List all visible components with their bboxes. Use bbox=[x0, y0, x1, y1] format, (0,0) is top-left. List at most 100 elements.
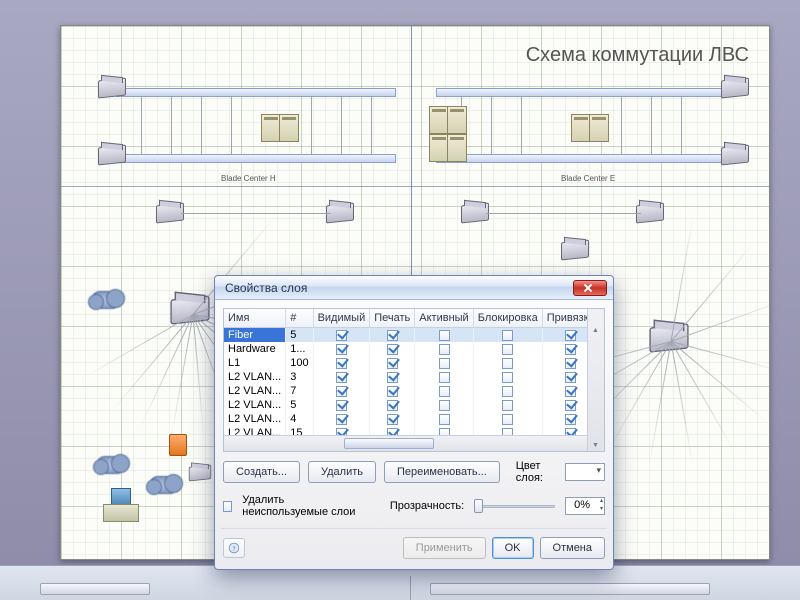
cell-num: 100 bbox=[286, 356, 313, 370]
checkbox[interactable] bbox=[387, 344, 398, 355]
checkbox[interactable] bbox=[439, 372, 450, 383]
checkbox[interactable] bbox=[502, 400, 513, 411]
cell-name: L1 bbox=[224, 356, 286, 370]
checkbox[interactable] bbox=[502, 358, 513, 369]
checkbox[interactable] bbox=[502, 330, 513, 341]
col-num[interactable]: # bbox=[286, 309, 313, 328]
switch-icon bbox=[98, 78, 126, 99]
cell-num: 3 bbox=[286, 370, 313, 384]
switch-icon bbox=[721, 78, 749, 99]
cell-num: 1... bbox=[286, 342, 313, 356]
layer-row[interactable]: Hardware1... bbox=[224, 342, 605, 356]
checkbox[interactable] bbox=[439, 386, 450, 397]
group-label: Blade Center H bbox=[221, 174, 276, 183]
transparency-slider[interactable] bbox=[474, 498, 555, 514]
checkbox[interactable] bbox=[439, 330, 450, 341]
cell-num: 5 bbox=[286, 398, 313, 412]
layer-row[interactable]: L2 VLAN...5 bbox=[224, 398, 605, 412]
rename-button[interactable]: Переименовать... bbox=[384, 461, 500, 483]
checkbox[interactable] bbox=[336, 386, 347, 397]
cloud-icon bbox=[149, 476, 179, 494]
checkbox[interactable] bbox=[336, 400, 347, 411]
server-icon bbox=[429, 134, 449, 162]
create-button[interactable]: Создать... bbox=[223, 461, 300, 483]
bus-bar bbox=[436, 88, 726, 97]
dialog-title: Свойства слоя bbox=[225, 281, 307, 295]
checkbox[interactable] bbox=[502, 414, 513, 425]
checkbox[interactable] bbox=[502, 344, 513, 355]
col-visible[interactable]: Видимый bbox=[313, 309, 370, 328]
checkbox[interactable] bbox=[502, 372, 513, 383]
switch-icon bbox=[561, 240, 589, 261]
checkbox[interactable] bbox=[387, 330, 398, 341]
cell-num: 4 bbox=[286, 412, 313, 426]
bus-bar bbox=[116, 154, 396, 163]
layer-row[interactable]: L1100 bbox=[224, 356, 605, 370]
remove-unused-checkbox[interactable] bbox=[223, 501, 232, 512]
cell-name: Hardware bbox=[224, 342, 286, 356]
layer-properties-dialog: Свойства слоя Имя # Видимый Печать Актив… bbox=[214, 275, 614, 570]
cell-name: L2 VLAN... bbox=[224, 384, 286, 398]
col-print[interactable]: Печать bbox=[370, 309, 415, 328]
transparency-value[interactable]: 0% bbox=[565, 497, 605, 515]
bus-bar bbox=[116, 88, 396, 97]
cell-num: 7 bbox=[286, 384, 313, 398]
checkbox[interactable] bbox=[439, 358, 450, 369]
checkbox[interactable] bbox=[387, 414, 398, 425]
checkbox[interactable] bbox=[565, 358, 576, 369]
server-icon bbox=[447, 134, 467, 162]
help-button[interactable]: ? bbox=[223, 538, 245, 558]
checkbox[interactable] bbox=[336, 330, 347, 341]
checkbox[interactable] bbox=[565, 344, 576, 355]
bus-bar bbox=[436, 154, 726, 163]
grid-hscroll[interactable] bbox=[224, 435, 587, 451]
checkbox[interactable] bbox=[565, 400, 576, 411]
checkbox[interactable] bbox=[439, 344, 450, 355]
dialog-titlebar[interactable]: Свойства слоя bbox=[215, 276, 613, 300]
switch-icon bbox=[156, 203, 184, 224]
hscroll-thumb[interactable] bbox=[430, 583, 710, 595]
diagram-title: Схема коммутации ЛВС bbox=[526, 44, 749, 67]
checkbox[interactable] bbox=[387, 372, 398, 383]
checkbox[interactable] bbox=[565, 414, 576, 425]
cancel-button[interactable]: Отмена bbox=[540, 537, 605, 559]
layers-grid[interactable]: Имя # Видимый Печать Активный Блокировка… bbox=[223, 308, 605, 452]
checkbox[interactable] bbox=[565, 330, 576, 341]
layer-row[interactable]: L2 VLAN...7 bbox=[224, 384, 605, 398]
cell-name: Fiber bbox=[224, 328, 286, 343]
layer-row[interactable]: L2 VLAN...3 bbox=[224, 370, 605, 384]
checkbox[interactable] bbox=[336, 344, 347, 355]
layer-color-picker[interactable] bbox=[565, 463, 605, 481]
server-icon bbox=[261, 114, 281, 142]
checkbox[interactable] bbox=[439, 414, 450, 425]
checkbox[interactable] bbox=[565, 386, 576, 397]
delete-button[interactable]: Удалить bbox=[308, 461, 376, 483]
server-icon bbox=[589, 114, 609, 142]
checkbox[interactable] bbox=[336, 372, 347, 383]
layer-row[interactable]: L2 VLAN...4 bbox=[224, 412, 605, 426]
cloud-icon bbox=[91, 291, 121, 309]
checkbox[interactable] bbox=[336, 358, 347, 369]
col-name[interactable]: Имя bbox=[224, 309, 286, 328]
checkbox[interactable] bbox=[502, 386, 513, 397]
switch-icon bbox=[721, 145, 749, 166]
remove-unused-label: Удалить неиспользуемые слои bbox=[242, 494, 370, 518]
cell-name: L2 VLAN... bbox=[224, 370, 286, 384]
hscroll-thumb[interactable] bbox=[40, 583, 150, 595]
checkbox[interactable] bbox=[439, 400, 450, 411]
checkbox[interactable] bbox=[565, 372, 576, 383]
vscroll-arrow-icon[interactable] bbox=[410, 576, 420, 600]
transparency-label: Прозрачность: bbox=[390, 500, 464, 512]
grid-vscroll[interactable] bbox=[587, 309, 604, 451]
col-active[interactable]: Активный bbox=[415, 309, 473, 328]
ok-button[interactable]: OK bbox=[492, 537, 534, 559]
checkbox[interactable] bbox=[336, 414, 347, 425]
cell-name: L2 VLAN... bbox=[224, 412, 286, 426]
checkbox[interactable] bbox=[387, 400, 398, 411]
apply-button[interactable]: Применить bbox=[403, 537, 486, 559]
checkbox[interactable] bbox=[387, 358, 398, 369]
checkbox[interactable] bbox=[387, 386, 398, 397]
col-lock[interactable]: Блокировка bbox=[473, 309, 542, 328]
layer-row[interactable]: Fiber5 bbox=[224, 328, 605, 343]
dialog-close-button[interactable] bbox=[573, 280, 607, 296]
